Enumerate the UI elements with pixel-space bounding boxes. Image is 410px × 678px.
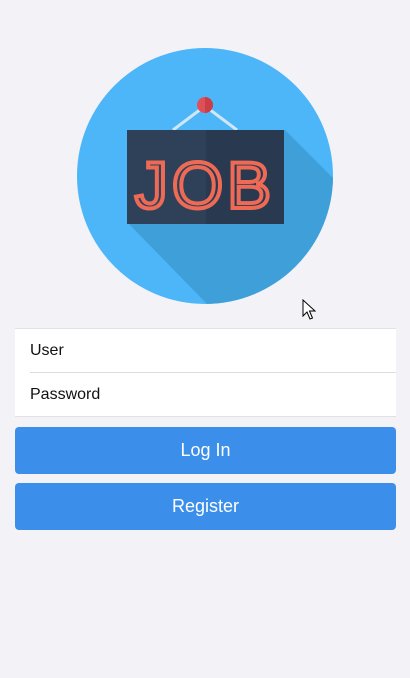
logo-text: JOB [135, 148, 275, 222]
password-field [15, 373, 396, 417]
user-input[interactable] [15, 329, 396, 373]
login-button[interactable]: Log In [15, 427, 396, 474]
mouse-cursor-icon [302, 299, 316, 321]
login-form [15, 328, 396, 417]
register-button[interactable]: Register [15, 483, 396, 530]
job-logo: JOB [77, 48, 333, 304]
user-field [15, 329, 396, 373]
job-sign-icon: JOB [77, 48, 333, 304]
login-screen: JOB Log In Register [0, 0, 410, 678]
password-input[interactable] [15, 373, 396, 417]
